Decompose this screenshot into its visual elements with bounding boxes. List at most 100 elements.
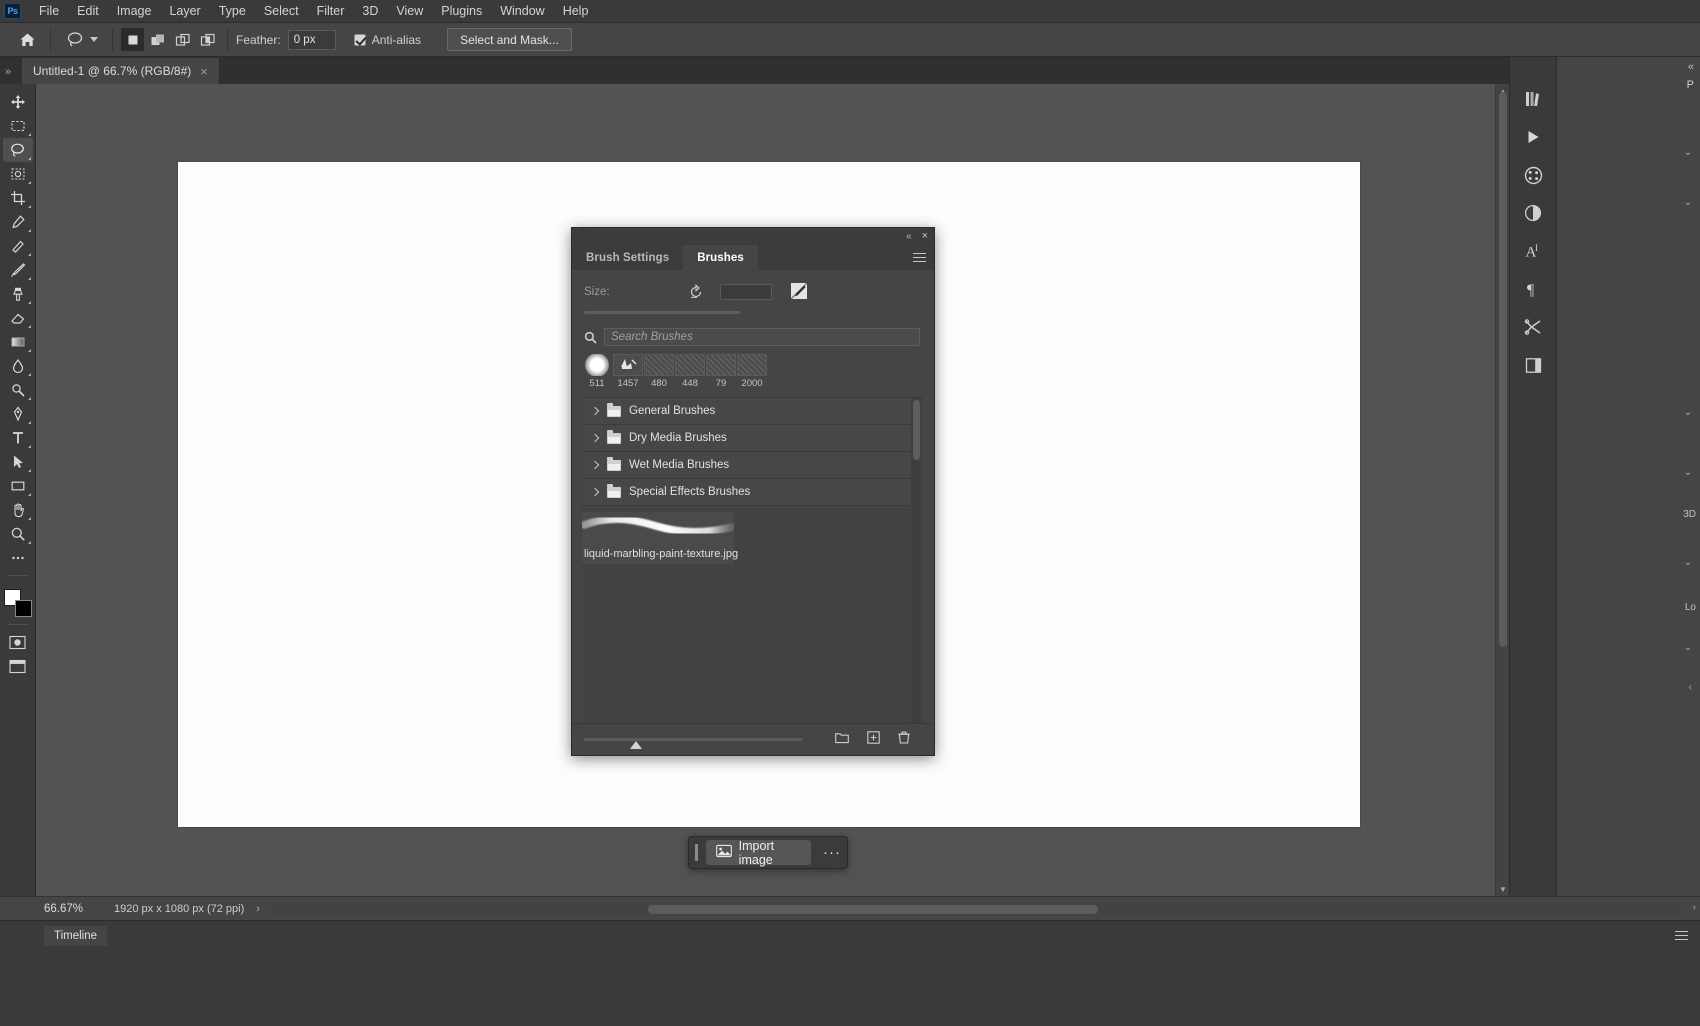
chevron-down-icon[interactable]: ⌄ [1684,407,1692,418]
chevron-right-icon[interactable] [591,460,599,471]
brush-folder-row[interactable]: General Brushes [582,398,922,425]
more-options-button[interactable]: ··· [817,844,847,861]
menu-item-help[interactable]: Help [554,1,598,21]
background-color-swatch[interactable] [14,600,32,617]
status-next-icon[interactable]: › [256,903,260,915]
antialias-checkbox[interactable]: Anti-alias [353,33,421,47]
new-brush-icon[interactable] [867,730,880,749]
home-icon[interactable] [12,27,42,53]
menu-item-select[interactable]: Select [255,1,308,21]
scrollbar-thumb[interactable] [913,400,920,460]
brush-preset-item[interactable]: 1457 [613,354,643,389]
panel-title-bar[interactable]: « × [572,228,934,245]
color-wheel-icon[interactable] [1520,163,1546,187]
drag-handle[interactable] [695,844,698,861]
tool-preset-picker[interactable] [59,27,104,53]
brush-folder-row[interactable]: Special Effects Brushes [582,479,922,506]
zoom-level[interactable]: 66.67% [44,903,108,915]
tool-edit-toolbar[interactable] [3,546,33,570]
menu-item-image[interactable]: Image [108,1,161,21]
tool-object-selection[interactable] [3,162,33,186]
paragraph-icon[interactable]: ¶ [1520,277,1546,301]
tool-rectangle[interactable] [3,474,33,498]
import-image-toolbar[interactable]: Import image ··· [688,836,848,869]
brush-size-input[interactable] [719,284,772,300]
add-to-selection-button[interactable] [146,28,169,51]
tab-timeline[interactable]: Timeline [44,926,108,946]
libraries-icon[interactable] [1520,87,1546,111]
menu-item-type[interactable]: Type [210,1,255,21]
chevron-down-icon[interactable]: ⌄ [1684,467,1692,478]
chevron-right-icon[interactable] [591,487,599,498]
brush-folder-row[interactable]: Wet Media Brushes [582,452,922,479]
tool-path-selection[interactable] [3,450,33,474]
new-selection-button[interactable] [121,28,144,51]
new-group-icon[interactable] [835,731,849,749]
brush-list[interactable]: General Brushes Dry Media Brushes Wet Me… [582,397,922,723]
brush-preset-item[interactable]: 2000 [737,354,767,389]
scroll-down-icon[interactable]: ▼ [1496,882,1510,896]
import-image-button[interactable]: Import image [705,839,811,867]
tool-eyedropper[interactable] [3,210,33,234]
panel-menu-icon[interactable] [913,253,926,262]
color-swatches[interactable] [2,587,34,619]
delete-brush-icon[interactable] [898,731,910,749]
brush-folder-row[interactable]: Dry Media Brushes [582,425,922,452]
canvas-vertical-scrollbar[interactable]: ▲ ▼ [1495,84,1509,896]
character-icon[interactable]: A I [1520,239,1546,263]
menu-item-filter[interactable]: Filter [308,1,354,21]
menu-item-plugins[interactable]: Plugins [432,1,491,21]
actions-icon[interactable] [1520,125,1546,149]
tool-blur[interactable] [3,354,33,378]
tool-spot-healing-brush[interactable] [3,234,33,258]
tab-brush-settings[interactable]: Brush Settings [572,245,683,270]
canvas-area[interactable]: « × Brush Settings Brushes Size: Search … [36,84,1509,896]
collapse-panels-icon[interactable]: » [0,66,22,78]
chevron-down-icon[interactable]: ⌄ [1684,147,1692,158]
scroll-right-icon[interactable]: › [1693,902,1696,913]
slider-handle[interactable] [630,741,642,749]
tool-zoom[interactable] [3,522,33,546]
scrollbar-thumb[interactable] [1499,92,1507,647]
close-icon[interactable]: × [200,65,208,78]
chevron-down-icon[interactable]: ⌄ [1684,642,1692,653]
select-and-mask-button[interactable]: Select and Mask... [447,28,572,51]
tool-clone-stamp[interactable] [3,282,33,306]
tools-icon[interactable] [1520,315,1546,339]
tool-crop[interactable] [3,186,33,210]
tool-lasso[interactable] [2,138,33,162]
canvas-horizontal-scrollbar[interactable] [272,904,1682,915]
panel-menu-icon[interactable] [1675,931,1688,940]
chevron-left-icon[interactable]: ‹ [1689,682,1692,693]
layer-comps-icon[interactable] [1520,353,1546,377]
chevron-right-icon[interactable] [591,406,599,417]
menu-item-view[interactable]: View [387,1,432,21]
feather-input[interactable] [287,29,336,50]
chevron-right-icon[interactable] [591,433,599,444]
tool-gradient[interactable] [3,330,33,354]
brush-preset-item[interactable]: 448 [675,354,705,389]
menu-item-3d[interactable]: 3D [353,1,387,21]
brush-preset-item[interactable]: 511 [582,354,612,389]
brush-preset-item[interactable]: 79 [706,354,736,389]
tool-type[interactable] [3,426,33,450]
brush-thumbnail-size-slider[interactable] [584,738,802,749]
menu-item-edit[interactable]: Edit [68,1,108,21]
document-tab[interactable]: Untitled-1 @ 66.7% (RGB/8#) × [22,58,220,84]
tool-dodge[interactable] [3,378,33,402]
menu-item-window[interactable]: Window [491,1,553,21]
menu-item-file[interactable]: File [30,1,68,21]
tool-move[interactable] [3,90,33,114]
tool-pen[interactable] [3,402,33,426]
tool-screen-mode[interactable] [3,654,33,678]
scrollbar-thumb[interactable] [648,905,1098,914]
tab-brushes[interactable]: Brushes [683,245,758,270]
brush-list-item[interactable]: liquid-marbling-paint-texture.jpg [582,512,738,564]
chevron-down-icon[interactable]: ⌄ [1684,557,1692,568]
close-icon[interactable]: × [922,231,928,242]
brush-list-scrollbar[interactable] [911,398,922,723]
tool-eraser[interactable] [3,306,33,330]
brush-preset-item[interactable]: 480 [644,354,674,389]
reset-icon[interactable] [688,284,704,300]
tool-quick-mask[interactable] [3,630,33,654]
